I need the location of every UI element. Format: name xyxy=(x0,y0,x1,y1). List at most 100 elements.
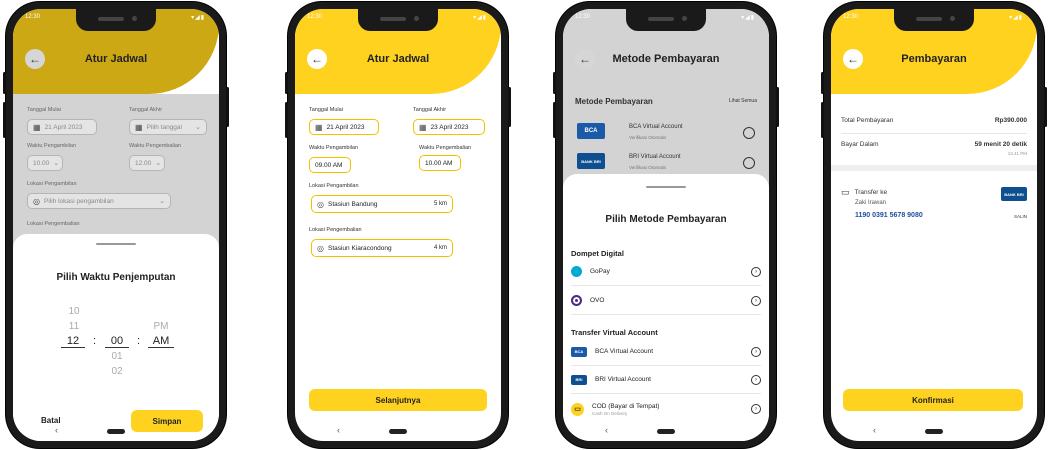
return-time-label: Waktu Pengembalian xyxy=(419,145,472,151)
home-indicator[interactable] xyxy=(389,429,407,434)
camera-notch xyxy=(894,9,974,31)
confirm-button[interactable]: Konfirmasi xyxy=(843,389,1023,411)
calendar-icon: ▦ xyxy=(315,122,323,132)
calendar-icon: ▦ xyxy=(135,122,143,132)
page-title: Atur Jadwal xyxy=(366,53,430,65)
end-date-label: Tanggal Akhir xyxy=(129,107,163,113)
pickup-time-field[interactable]: 09.00 AM xyxy=(309,157,351,173)
back-nav-icon[interactable]: ‹ xyxy=(55,425,58,435)
status-icons: ▾◢▮ xyxy=(191,15,205,21)
return-location-field[interactable]: ◎ Stasiun Kiaracondong 4 km xyxy=(311,239,453,257)
status-time: 12:30 xyxy=(843,14,859,20)
minute-selected[interactable]: 00 xyxy=(105,335,129,348)
back-nav-icon[interactable]: ‹ xyxy=(605,425,608,435)
time-separator: : xyxy=(137,335,141,347)
return-time-field[interactable]: 10.00 AM xyxy=(419,155,461,171)
cash-icon: ▭ xyxy=(571,402,584,416)
chevron-down-icon: ⌄ xyxy=(155,160,162,167)
end-date-field[interactable]: ▦ 23 April 2023 xyxy=(413,119,485,135)
method-sub: Verifikasi Otomatis xyxy=(629,135,667,140)
location-pin-icon: ◎ xyxy=(317,199,324,209)
time-picker-sheet: Pilih Waktu Penjemputan 10 11 12 : 00 01… xyxy=(13,234,219,441)
pickup-location-field[interactable]: ◎ Pilih lokasi pengambilan ⌄ xyxy=(27,193,171,209)
radio-button[interactable] xyxy=(743,127,755,139)
status-time: 12:30 xyxy=(25,14,41,20)
end-date-field[interactable]: ▦ Pilih tanggal ⌄ xyxy=(129,119,207,135)
copy-button[interactable]: SALIN xyxy=(1014,214,1027,219)
methods-title: Metode Pembayaran xyxy=(575,97,653,106)
account-number: 1190 0391 5678 9080 xyxy=(855,212,923,219)
method-name: BCA Virtual Account xyxy=(629,124,683,130)
return-time-label: Waktu Pengembalian xyxy=(129,143,182,149)
camera-notch xyxy=(358,9,438,31)
pickup-time-label: Waktu Pengambilan xyxy=(309,145,359,151)
pickup-location-label: Lokasi Pengambilan xyxy=(309,183,359,189)
status-icons: ▾◢▮ xyxy=(741,15,755,21)
page-title: Metode Pembayaran xyxy=(612,53,720,65)
method-sub: Verifikasi Otomatis xyxy=(629,165,667,170)
bca-logo: BCA xyxy=(577,123,605,139)
radio-button[interactable] xyxy=(743,157,755,169)
va-option-bca[interactable]: BCA BCA Virtual Account › xyxy=(571,338,761,366)
status-icons: ▾◢▮ xyxy=(473,15,487,21)
ampm-option[interactable]: PM xyxy=(148,321,174,332)
time-separator: : xyxy=(93,335,97,347)
calendar-icon: ▦ xyxy=(419,122,427,132)
nav-bar: ‹ xyxy=(831,423,1037,441)
schedule-picker-screen: 12:30 ▾◢▮ ← Atur Jadwal Tanggal Mulai Tan… xyxy=(13,9,219,441)
va-option-cod[interactable]: ▭ COD (Bayar di Tempat) Cash On Delivery … xyxy=(571,395,761,423)
home-indicator[interactable] xyxy=(925,429,943,434)
chevron-right-icon: › xyxy=(751,404,761,414)
pickup-time-field[interactable]: 10.00 ⌄ xyxy=(27,155,63,171)
chevron-right-icon: › xyxy=(751,346,761,357)
ampm-selected[interactable]: AM xyxy=(148,335,174,348)
sheet-title: Pilih Waktu Penjemputan xyxy=(56,272,176,283)
camera-notch xyxy=(76,9,156,31)
hour-option[interactable]: 11 xyxy=(63,321,85,332)
minute-option[interactable]: 02 xyxy=(105,366,129,377)
back-nav-icon[interactable]: ‹ xyxy=(873,425,876,435)
due-time: 13.41 PM xyxy=(1007,151,1027,156)
end-date-label: Tanggal Akhir xyxy=(413,107,447,113)
wallet-option-ovo[interactable]: OVO › xyxy=(571,287,761,315)
nav-bar: ‹ xyxy=(13,423,219,441)
chevron-right-icon: › xyxy=(751,295,761,306)
minute-option[interactable]: 01 xyxy=(105,351,129,362)
wallet-option-gopay[interactable]: GoPay › xyxy=(571,258,761,286)
home-indicator[interactable] xyxy=(107,429,125,434)
start-date-field[interactable]: ▦ 21 April 2023 xyxy=(27,119,97,135)
see-all-link[interactable]: Lihat Semua xyxy=(729,98,757,104)
status-time: 12:30 xyxy=(575,14,591,20)
home-indicator[interactable] xyxy=(657,429,675,434)
chevron-down-icon: ⌄ xyxy=(53,160,60,167)
va-option-bri[interactable]: BRI BRI Virtual Account › xyxy=(571,366,761,394)
payment-method-screen: 12:30 ▾◢▮ ← Metode Pembayaran Metode Pemb… xyxy=(563,9,769,441)
due-label: Bayar Dalam xyxy=(841,141,879,148)
status-time: 12:30 xyxy=(307,14,323,20)
start-date-field[interactable]: ▦ 21 April 2023 xyxy=(309,119,379,135)
phone-2: 12:30 ▾◢▮ ← Atur Jadwal Tanggal Mulai Tan… xyxy=(285,2,511,448)
schedule-screen: 12:30 ▾◢▮ ← Atur Jadwal Tanggal Mulai Tan… xyxy=(295,9,501,441)
start-date-label: Tanggal Mulai xyxy=(27,107,61,113)
chevron-down-icon: ⌄ xyxy=(159,198,165,205)
gopay-icon xyxy=(571,266,582,277)
sheet-handle[interactable] xyxy=(646,186,686,188)
due-value: 59 menit 20 detik xyxy=(974,141,1027,148)
location-pin-icon: ◎ xyxy=(33,196,40,206)
pickup-time-label: Waktu Pengambilan xyxy=(27,143,77,149)
due-row: Bayar Dalam 59 menit 20 detik xyxy=(841,141,1027,148)
next-button[interactable]: Selanjutnya xyxy=(309,389,487,411)
return-location-label: Lokasi Pengembalian xyxy=(309,227,362,233)
total-label: Total Pembayaran xyxy=(841,117,894,124)
wallet-section-title: Dompet Digital xyxy=(571,249,624,258)
hour-selected[interactable]: 12 xyxy=(61,335,85,348)
back-nav-icon[interactable]: ‹ xyxy=(337,425,340,435)
pickup-location-field[interactable]: ◎ Stasiun Bandung 5 km xyxy=(311,195,453,213)
sheet-handle[interactable] xyxy=(96,243,136,245)
return-time-field[interactable]: 12.00 ⌄ xyxy=(129,155,165,171)
va-section-title: Transfer Virtual Account xyxy=(571,328,658,337)
card-icon: ▭ xyxy=(841,187,850,197)
return-location-label: Lokasi Pengembalian xyxy=(27,221,80,227)
phone-3: 12:30 ▾◢▮ ← Metode Pembayaran Metode Pemb… xyxy=(553,2,779,448)
hour-option[interactable]: 10 xyxy=(63,306,85,317)
